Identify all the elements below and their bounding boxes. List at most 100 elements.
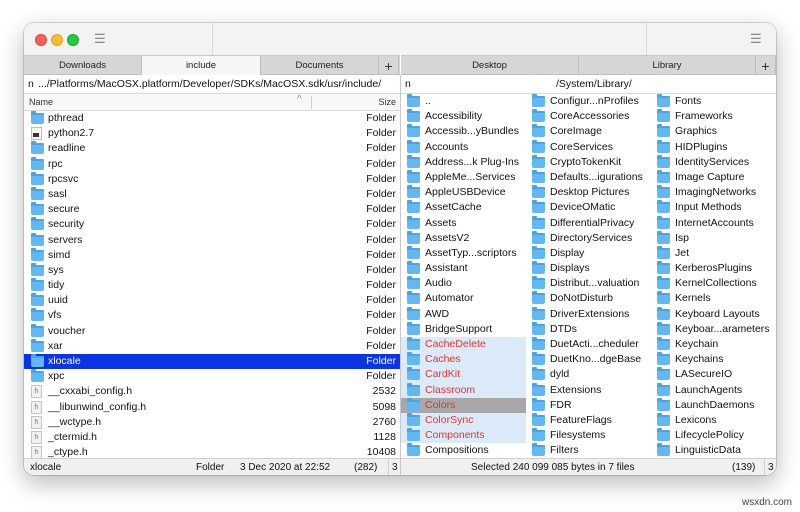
list-item[interactable]: xar Folder — [24, 338, 400, 354]
list-item[interactable]: Fonts — [651, 94, 776, 109]
list-item[interactable]: h __cxxabi_config.h 2532 — [24, 384, 400, 399]
list-item[interactable]: Extensions — [526, 382, 651, 398]
list-item[interactable]: Assistant — [401, 261, 526, 276]
list-item[interactable]: Displays — [526, 261, 651, 276]
list-item[interactable]: h __wctype.h 2760 — [24, 415, 400, 430]
list-item[interactable]: HIDPlugins — [651, 139, 776, 155]
list-item[interactable]: LinguisticData — [651, 443, 776, 458]
list-item[interactable]: CryptoTokenKit — [526, 154, 651, 170]
list-item[interactable]: Components — [401, 428, 526, 444]
list-item[interactable]: sys Folder — [24, 262, 400, 278]
tab-desktop[interactable]: Desktop — [401, 56, 579, 75]
list-item[interactable]: readline Folder — [24, 141, 400, 156]
column-separator[interactable] — [311, 96, 312, 109]
list-item[interactable]: FeatureFlags — [526, 412, 651, 428]
list-item[interactable]: h _ctype.h 10408 — [24, 445, 400, 458]
list-item[interactable]: rpcsvc Folder — [24, 171, 400, 187]
list-item[interactable]: tidy Folder — [24, 278, 400, 293]
list-item[interactable]: CoreAccessories — [526, 109, 651, 124]
list-item[interactable]: DuetKno...dgeBase — [526, 352, 651, 367]
list-item[interactable]: AssetTyp...scriptors — [401, 245, 526, 261]
list-item[interactable]: vfs Folder — [24, 308, 400, 323]
list-item[interactable]: AppleMe...Services — [401, 169, 526, 185]
list-item[interactable]: LaunchDaemons — [651, 397, 776, 413]
list-item[interactable]: Keychain — [651, 337, 776, 352]
list-item[interactable]: Filters — [526, 443, 651, 458]
list-item[interactable]: voucher Folder — [24, 323, 400, 339]
minimize-window-button[interactable] — [51, 34, 63, 46]
list-item[interactable]: Accessib...yBundles — [401, 124, 526, 139]
list-item[interactable]: ColorSync — [401, 412, 526, 429]
list-item[interactable]: servers Folder — [24, 232, 400, 248]
list-item[interactable]: secure Folder — [24, 202, 400, 217]
close-window-button[interactable] — [35, 34, 47, 46]
left-path-bar[interactable]: n .../Platforms/MacOSX.platform/Develope… — [24, 75, 400, 94]
add-tab-button[interactable]: + — [756, 56, 776, 75]
column-size-header[interactable]: Size — [378, 97, 396, 107]
list-item[interactable]: Audio — [401, 276, 526, 291]
list-item[interactable]: simd Folder — [24, 247, 400, 263]
list-item[interactable]: h __libunwind_config.h 5098 — [24, 400, 400, 415]
list-item[interactable]: .. — [401, 94, 526, 109]
list-item[interactable]: Accounts — [401, 139, 526, 155]
left-file-list[interactable]: pthread Folder python2.7 Folder readline Fold… — [24, 111, 400, 458]
list-item[interactable]: ImagingNetworks — [651, 185, 776, 200]
list-item[interactable]: AWD — [401, 306, 526, 322]
list-item[interactable]: Defaults...igurations — [526, 169, 651, 185]
list-item[interactable]: Frameworks — [651, 109, 776, 124]
list-item[interactable]: Display — [526, 245, 651, 261]
list-item[interactable]: Classroom — [401, 382, 526, 398]
list-item[interactable]: Distribut...valuation — [526, 276, 651, 291]
right-path-bar[interactable]: n /System/Library/ — [401, 75, 776, 94]
list-item[interactable]: sasl Folder — [24, 186, 400, 202]
list-item[interactable]: Graphics — [651, 124, 776, 139]
list-item[interactable]: LASecureIO — [651, 367, 776, 382]
list-item[interactable]: Filesystems — [526, 428, 651, 443]
list-item[interactable]: CoreServices — [526, 139, 651, 155]
list-item[interactable]: DirectoryServices — [526, 230, 651, 246]
list-item[interactable]: DuetActi...cheduler — [526, 337, 651, 352]
list-item[interactable]: Lexicons — [651, 412, 776, 428]
list-item[interactable]: KerberosPlugins — [651, 261, 776, 276]
list-item[interactable]: Keyboard Layouts — [651, 306, 776, 322]
list-item[interactable]: DeviceOMatic — [526, 200, 651, 215]
list-item[interactable]: Address...k Plug-Ins — [401, 154, 526, 170]
list-item[interactable]: IdentityServices — [651, 154, 776, 170]
right-file-grid[interactable]: .. Accessibility Accessib...yBundles Accoun… — [401, 94, 776, 458]
list-item[interactable]: AssetsV2 — [401, 230, 526, 246]
list-item[interactable]: Desktop Pictures — [526, 185, 651, 200]
tab-documents[interactable]: Documents — [261, 56, 379, 75]
list-item[interactable]: Colors — [401, 397, 526, 413]
tab-downloads[interactable]: Downloads — [24, 56, 142, 75]
right-list-menu-icon[interactable]: ☰ — [750, 32, 762, 46]
list-item[interactable]: rpc Folder — [24, 156, 400, 172]
list-item[interactable]: BridgeSupport — [401, 321, 526, 337]
tab-library[interactable]: Library — [579, 56, 756, 75]
zoom-window-button[interactable] — [67, 34, 79, 46]
list-item[interactable]: InternetAccounts — [651, 215, 776, 231]
list-item[interactable]: LifecyclePolicy — [651, 428, 776, 443]
list-item[interactable]: DTDs — [526, 321, 651, 337]
list-item[interactable]: Compositions — [401, 443, 526, 458]
list-item[interactable]: CardKit — [401, 367, 526, 383]
list-item[interactable]: Keyboar...arameters — [651, 321, 776, 337]
list-item[interactable]: Isp — [651, 230, 776, 246]
list-item[interactable]: CoreImage — [526, 124, 651, 139]
list-item[interactable]: Keychains — [651, 352, 776, 367]
tab-include[interactable]: include — [142, 56, 261, 75]
list-item[interactable]: Input Methods — [651, 200, 776, 215]
add-tab-button[interactable]: + — [379, 56, 399, 75]
list-item[interactable]: Jet — [651, 245, 776, 261]
list-item[interactable]: CacheDelete — [401, 337, 526, 353]
list-item[interactable]: Kernels — [651, 291, 776, 306]
list-item[interactable]: KernelCollections — [651, 276, 776, 291]
list-item[interactable]: Caches — [401, 352, 526, 368]
list-item[interactable]: FDR — [526, 397, 651, 413]
list-item[interactable]: AppleUSBDevice — [401, 185, 526, 200]
list-item[interactable]: Assets — [401, 215, 526, 231]
list-item[interactable]: xlocale Folder — [24, 354, 400, 370]
list-item[interactable]: DifferentialPrivacy — [526, 215, 651, 231]
list-item[interactable]: LaunchAgents — [651, 382, 776, 398]
list-item[interactable]: h _ctermid.h 1128 — [24, 430, 400, 445]
list-item[interactable]: Image Capture — [651, 169, 776, 185]
